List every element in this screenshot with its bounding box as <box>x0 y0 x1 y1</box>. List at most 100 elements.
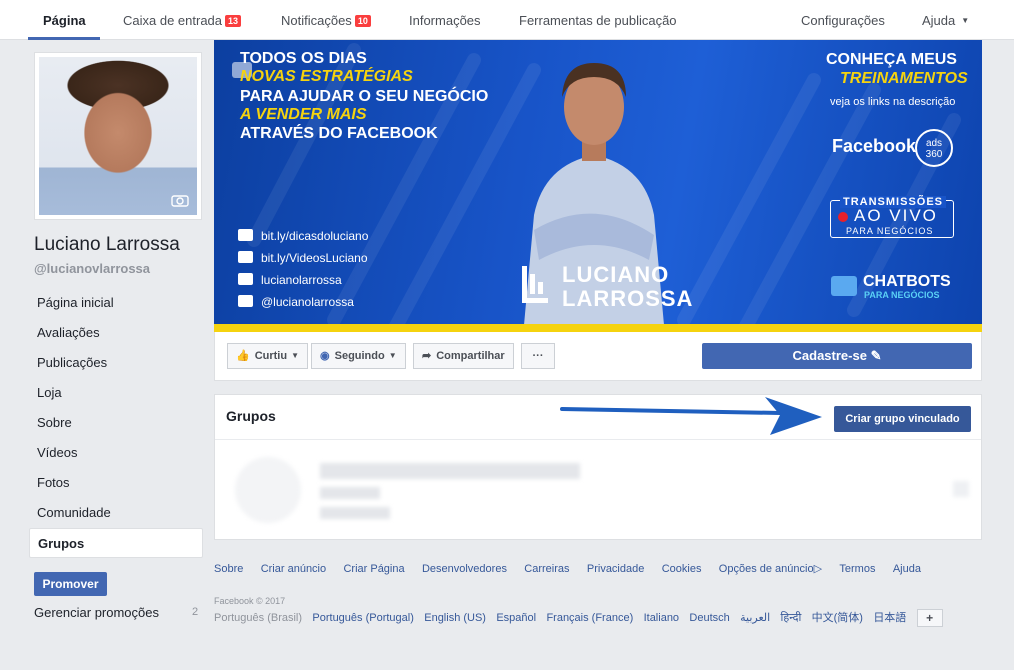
language-option[interactable]: हिन्दी <box>781 610 802 625</box>
divider <box>215 439 981 440</box>
camera-icon <box>171 195 189 207</box>
cover-headline-3: PARA AJUDAR O SEU NEGÓCIO <box>240 88 489 105</box>
more-options-button[interactable]: ··· <box>521 343 555 369</box>
instagram-icon <box>238 295 253 307</box>
sidebar-item-photos[interactable]: Fotos <box>29 468 203 498</box>
signup-button[interactable]: Cadastre-se ✎ <box>702 343 972 369</box>
footer-link-careers[interactable]: Carreiras <box>524 563 569 575</box>
create-linked-group-button[interactable]: Criar grupo vinculado <box>834 406 971 432</box>
cover-link-blog-text: bit.ly/dicasdoluciano <box>261 229 369 243</box>
tab-publishing-tools[interactable]: Ferramentas de publicação <box>519 13 677 28</box>
cover-link-linkedin-text: lucianolarrossa <box>261 273 342 287</box>
profile-picture[interactable] <box>34 52 202 220</box>
help-menu[interactable]: Ajuda ▼ <box>922 13 969 28</box>
language-option[interactable]: Français (France) <box>546 612 633 624</box>
cover-chatbots: CHATBOTS <box>863 273 951 290</box>
footer-link-create-page[interactable]: Criar Página <box>343 563 404 575</box>
language-current: Português (Brasil) <box>214 612 303 625</box>
youtube-icon <box>238 251 253 263</box>
footer-link-ad-choices[interactable]: Opções de anúncio▷ <box>719 562 822 575</box>
tab-settings[interactable]: Configurações <box>801 13 885 28</box>
ads-360-badge: ads 360 <box>915 129 953 167</box>
blurred-group-meta-2 <box>320 507 390 519</box>
sidebar-item-about[interactable]: Sobre <box>29 408 203 438</box>
like-button[interactable]: 👍 Curtiu ▼ <box>227 343 309 369</box>
sidebar-item-community[interactable]: Comunidade <box>29 498 203 528</box>
share-button[interactable]: ➦ Compartilhar <box>413 343 514 369</box>
footer-link-about[interactable]: Sobre <box>214 563 243 575</box>
sidebar-item-home[interactable]: Página inicial <box>29 288 203 318</box>
language-option[interactable]: 日本語 <box>873 609 906 625</box>
sidebar-menu: Página inicial Avaliações Publicações Lo… <box>29 288 203 558</box>
sidebar-item-videos[interactable]: Vídeos <box>29 438 203 468</box>
sidebar-item-shop[interactable]: Loja <box>29 378 203 408</box>
groups-panel: Grupos Criar grupo vinculado <box>214 394 982 540</box>
caret-down-icon: ▼ <box>388 351 397 360</box>
caret-down-icon: ▼ <box>961 16 970 25</box>
footer-link-ad-choices-label: Opções de anúncio <box>718 563 814 575</box>
profile-photo <box>39 57 197 215</box>
language-option[interactable]: Deutsch <box>689 612 729 624</box>
active-tab-indicator <box>28 37 100 40</box>
pencil-icon: ✎ <box>870 348 882 363</box>
cover-link-blog: bit.ly/dicasdoluciano <box>238 229 368 243</box>
cover-yellow-stripe <box>214 324 982 332</box>
cover-link-instagram-text: @lucianolarrossa <box>261 295 354 309</box>
cover-brand-first: LUCIANO <box>562 262 670 287</box>
tab-notifications[interactable]: Notificações 10 <box>281 13 371 28</box>
like-button-label: Curtiu <box>254 350 288 362</box>
brand-logo-icon <box>522 266 548 303</box>
signup-button-label: Cadastre-se <box>792 348 867 363</box>
language-option[interactable]: العربية <box>740 611 770 624</box>
following-button[interactable]: ◉ Seguindo ▼ <box>311 343 406 369</box>
blurred-group-meta <box>320 487 380 499</box>
language-option[interactable]: Italiano <box>644 612 679 624</box>
page-actions-bar: 👍 Curtiu ▼ ◉ Seguindo ▼ ➦ Compartilhar ··· Ca… <box>214 332 982 381</box>
copyright-text: Facebook © 2017 <box>214 596 286 606</box>
language-option[interactable]: Español <box>496 612 536 624</box>
annotation-arrow <box>560 397 822 435</box>
blurred-group-action <box>953 481 969 497</box>
blurred-group-name <box>320 463 580 479</box>
language-option[interactable]: English (US) <box>424 612 486 624</box>
footer-link-privacy[interactable]: Privacidade <box>587 563 644 575</box>
footer-link-create-ad[interactable]: Criar anúncio <box>261 563 326 575</box>
language-option[interactable]: Português (Portugal) <box>312 612 414 624</box>
help-label: Ajuda <box>922 13 956 28</box>
footer-link-help[interactable]: Ajuda <box>893 563 921 575</box>
cover-photo[interactable]: TODOS OS DIAS NOVAS ESTRATÉGIAS PARA AJU… <box>214 40 982 332</box>
manage-promotions-link[interactable]: Gerenciar promoções <box>34 605 159 620</box>
cover-headline-4: A VENDER MAIS <box>240 106 367 123</box>
ad-choices-icon: ▷ <box>813 563 823 575</box>
blurred-group-avatar <box>235 457 301 523</box>
page-name[interactable]: Luciano Larrossa <box>34 234 180 256</box>
cover-headline-2: NOVAS ESTRATÉGIAS <box>240 68 413 85</box>
tab-page[interactable]: Página <box>43 13 86 28</box>
language-option[interactable]: 中文(简体) <box>812 609 863 625</box>
language-selector: Português (Brasil) Português (Portugal) … <box>214 609 943 627</box>
cover-headline-5: ATRAVÉS DO FACEBOOK <box>240 125 438 142</box>
tab-info[interactable]: Informações <box>409 13 481 28</box>
cover-right-title-1: CONHEÇA MEUS <box>826 51 957 68</box>
promote-button[interactable]: Promover <box>34 572 107 596</box>
live-dot-icon <box>838 212 848 222</box>
footer-link-cookies[interactable]: Cookies <box>662 563 702 575</box>
footer-link-terms[interactable]: Termos <box>839 563 875 575</box>
page-handle[interactable]: @lucianovlarrossa <box>34 261 150 276</box>
share-button-label: Compartilhar <box>436 350 505 362</box>
footer-link-developers[interactable]: Desenvolvedores <box>422 563 507 575</box>
inbox-count-badge: 13 <box>225 15 242 27</box>
linkedin-icon <box>238 273 253 285</box>
sidebar-item-posts[interactable]: Publicações <box>29 348 203 378</box>
add-language-button[interactable]: + <box>916 609 943 627</box>
sidebar-item-reviews[interactable]: Avaliações <box>29 318 203 348</box>
sidebar-item-groups[interactable]: Grupos <box>29 528 203 558</box>
groups-panel-title: Grupos <box>226 408 276 424</box>
cover-live-2: AO VIVO <box>854 206 938 225</box>
cover-live-3: PARA NEGÓCIOS <box>846 226 934 236</box>
cover-link-linkedin: lucianolarrossa <box>238 273 342 287</box>
cover-link-youtube-text: bit.ly/VideosLuciano <box>261 251 368 265</box>
cover-right-subtitle: veja os links na descrição <box>830 96 956 108</box>
tab-inbox[interactable]: Caixa de entrada 13 <box>123 13 242 28</box>
footer-links: Sobre Criar anúncio Criar Página Desenvo… <box>214 561 935 575</box>
